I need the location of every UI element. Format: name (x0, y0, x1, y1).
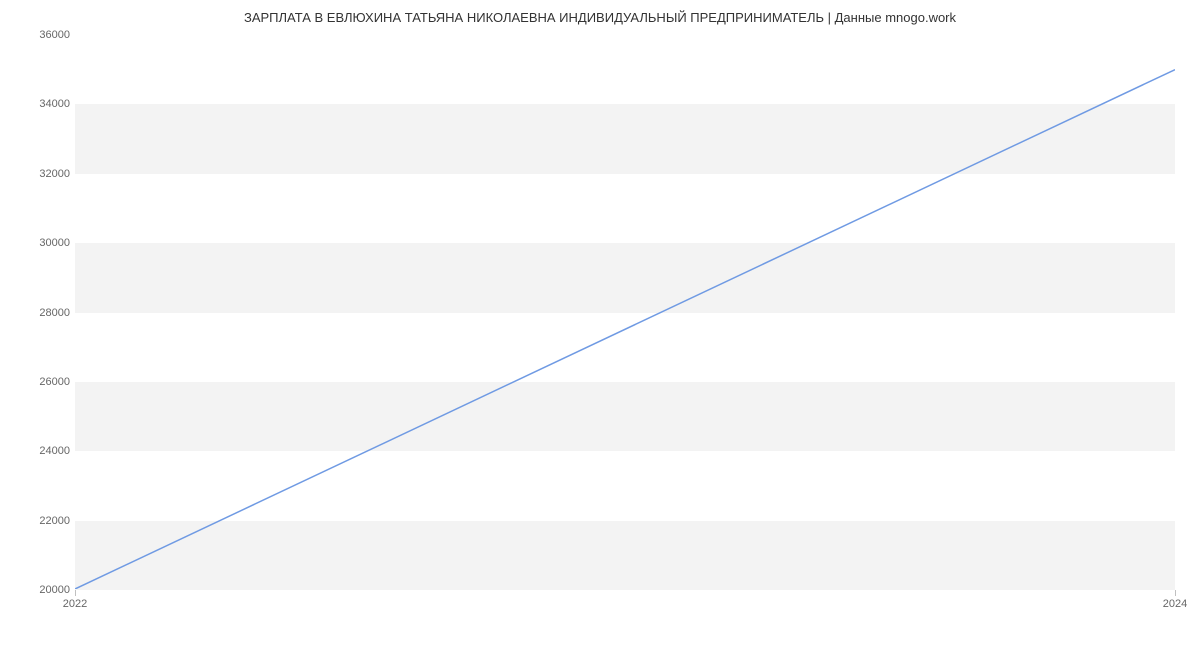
y-tick-label: 30000 (10, 237, 70, 249)
y-tick-label: 22000 (10, 515, 70, 527)
y-tick-label: 20000 (10, 584, 70, 596)
y-tick-label: 34000 (10, 98, 70, 110)
grid-band (75, 382, 1175, 451)
x-tick-label: 2024 (1163, 598, 1187, 610)
y-tick-label: 26000 (10, 376, 70, 388)
y-tick-label: 24000 (10, 445, 70, 457)
chart-container: ЗАРПЛАТА В ЕВЛЮХИНА ТАТЬЯНА НИКОЛАЕВНА И… (0, 0, 1200, 650)
x-tick-mark (75, 590, 76, 596)
x-tick-label: 2022 (63, 598, 87, 610)
grid-band (75, 104, 1175, 173)
x-tick-mark (1175, 590, 1176, 596)
y-tick-label: 36000 (10, 29, 70, 41)
grid-band (75, 521, 1175, 590)
chart-title: ЗАРПЛАТА В ЕВЛЮХИНА ТАТЬЯНА НИКОЛАЕВНА И… (0, 0, 1200, 25)
y-tick-label: 32000 (10, 168, 70, 180)
grid-band (75, 243, 1175, 312)
plot-area (75, 35, 1175, 590)
y-tick-label: 28000 (10, 307, 70, 319)
